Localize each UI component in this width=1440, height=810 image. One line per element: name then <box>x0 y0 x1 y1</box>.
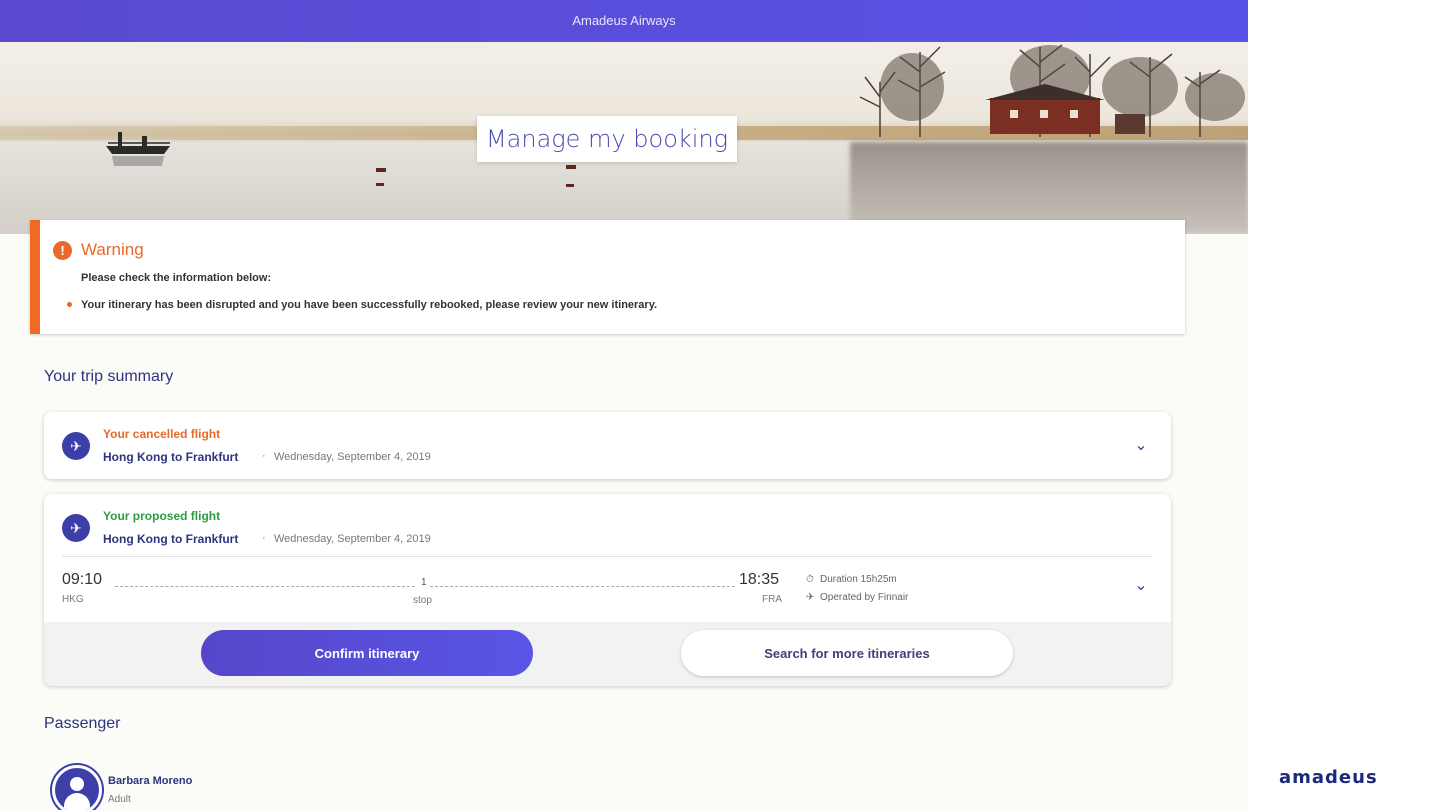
page-title: Manage my booking <box>477 116 737 162</box>
plane-small-icon: ✈ <box>806 592 815 603</box>
cancelled-flight-route: Hong Kong to Frankfurt <box>103 450 239 464</box>
cancelled-flight-label: Your cancelled flight <box>103 427 221 441</box>
proposed-flight-date: Wednesday, September 4, 2019 <box>274 533 431 545</box>
stops-count: 1 <box>421 577 427 588</box>
route-line-left <box>115 586 415 587</box>
passenger-heading: Passenger <box>44 715 121 732</box>
warning-title: Warning <box>81 240 144 259</box>
plane-icon: ✈ <box>62 432 90 460</box>
passenger-type: Adult <box>108 794 131 805</box>
actions-bar: Confirm itinerary Search for more itiner… <box>44 622 1171 686</box>
cancelled-flight-card[interactable]: ✈ Your cancelled flight Hong Kong to Fra… <box>44 412 1171 479</box>
arrival-airport: FRA <box>762 594 782 605</box>
proposed-flight-card: ✈ Your proposed flight Hong Kong to Fran… <box>44 494 1171 686</box>
search-itineraries-button[interactable]: Search for more itineraries <box>681 630 1013 676</box>
card-divider <box>62 556 1153 557</box>
chevron-down-icon[interactable]: ⌄ <box>1131 436 1151 456</box>
hero-banner: Manage my booking <box>0 42 1248 234</box>
amadeus-logo: amadeus <box>1279 767 1378 788</box>
stops-label: stop <box>413 595 432 606</box>
app-window: Amadeus Airways Manage my booking ! Warn… <box>0 0 1248 810</box>
arrival-time: 18:35 <box>739 571 780 588</box>
proposed-separator: · <box>262 532 266 544</box>
departure-time: 09:10 <box>62 571 103 588</box>
proposed-flight-route: Hong Kong to Frankfurt <box>103 532 239 546</box>
avatar <box>52 765 102 810</box>
avatar-head <box>70 777 84 791</box>
flight-duration: Duration 15h25m <box>820 574 897 585</box>
exclamation-icon: ! <box>53 241 72 260</box>
warning-message: Your itinerary has been disrupted and yo… <box>81 299 658 311</box>
avatar-body <box>64 793 90 810</box>
passenger-name: Barbara Moreno <box>108 775 193 787</box>
cancelled-flight-date: Wednesday, September 4, 2019 <box>274 451 431 463</box>
clock-icon: ⏱ <box>806 574 814 585</box>
trip-summary-heading: Your trip summary <box>44 368 174 385</box>
operated-by: Operated by Finnair <box>820 592 909 603</box>
warning-alert: ! Warning Please check the information b… <box>30 220 1185 334</box>
chevron-down-icon[interactable]: ⌄ <box>1131 576 1151 596</box>
departure-airport: HKG <box>62 594 84 605</box>
bullet-icon <box>67 302 72 307</box>
cancelled-separator: · <box>262 450 266 462</box>
plane-icon: ✈ <box>62 514 90 542</box>
warning-subtitle: Please check the information below: <box>81 272 272 284</box>
route-line-right <box>430 586 735 587</box>
confirm-itinerary-button[interactable]: Confirm itinerary <box>201 630 533 676</box>
top-bar: Amadeus Airways <box>0 0 1248 42</box>
proposed-flight-label: Your proposed flight <box>103 509 221 523</box>
airline-name: Amadeus Airways <box>572 13 676 28</box>
